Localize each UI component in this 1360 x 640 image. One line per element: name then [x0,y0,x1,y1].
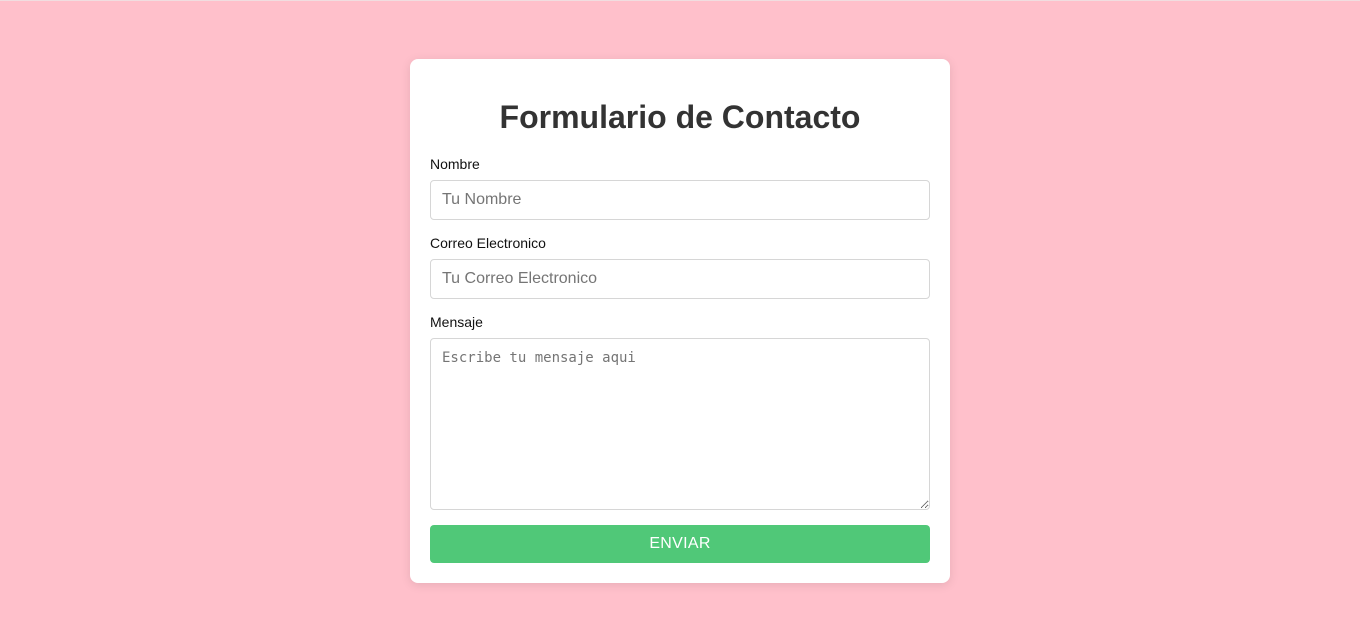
name-input[interactable] [430,180,930,220]
submit-button[interactable]: ENVIAR [430,525,930,563]
name-label: Nombre [430,156,480,172]
email-label: Correo Electronico [430,235,546,251]
page-title: Formulario de Contacto [499,99,861,135]
contact-form-card: Formulario de Contacto Nombre Correo Ele… [410,59,950,583]
email-input[interactable] [430,259,930,299]
message-textarea[interactable] [430,338,930,510]
top-divider [0,0,1360,1]
message-label: Mensaje [430,314,483,330]
